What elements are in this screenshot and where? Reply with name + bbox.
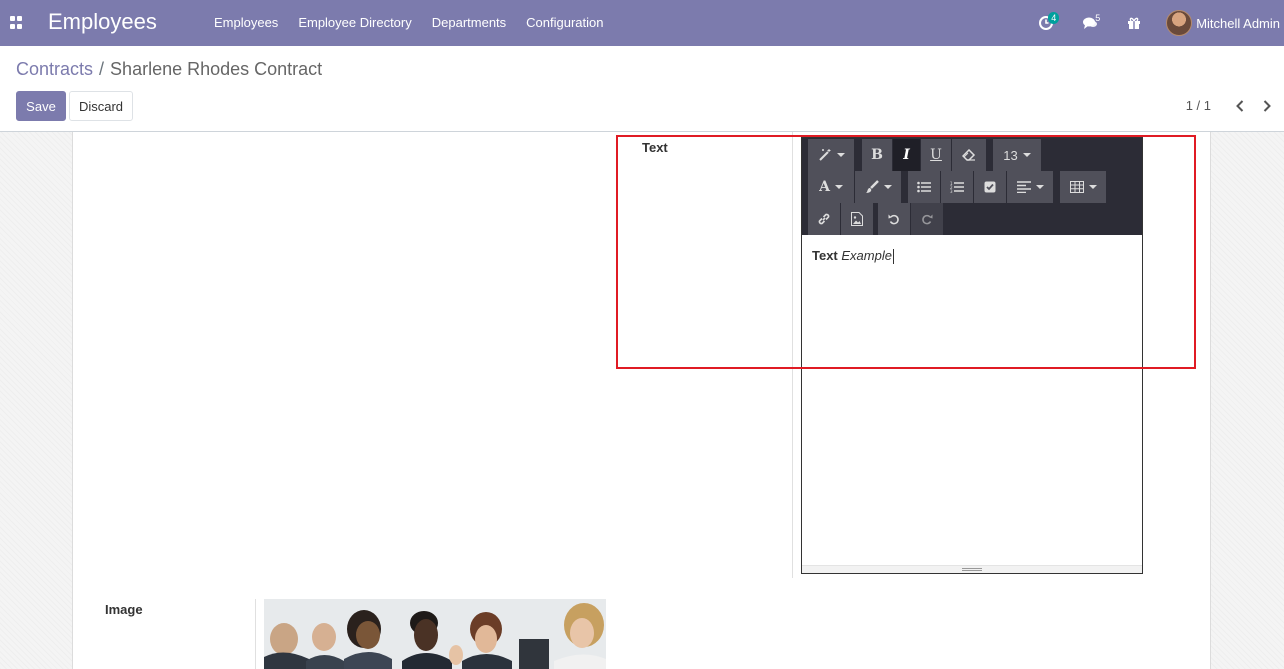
pager-value[interactable]: 1 / 1: [1186, 98, 1211, 113]
highlight-annotation: [616, 135, 1196, 369]
messages-badge: 5: [1095, 13, 1101, 23]
control-panel: Contracts / Sharlene Rhodes Contract Sav…: [0, 46, 1284, 132]
main-menu: Employees Employee Directory Departments…: [204, 0, 614, 46]
apps-menu-icon[interactable]: [10, 16, 23, 29]
activity-badge: 4: [1048, 12, 1060, 24]
avatar: [1166, 10, 1193, 36]
discard-button[interactable]: Discard: [69, 91, 133, 121]
breadcrumb-contracts[interactable]: Contracts: [16, 59, 93, 80]
save-button[interactable]: Save: [16, 91, 66, 121]
user-name: Mitchell Admin: [1196, 15, 1280, 31]
messages-button[interactable]: 5: [1068, 0, 1112, 46]
pager-next-button[interactable]: [1254, 93, 1280, 119]
systray: 4 5 Mitchell Admin: [1024, 0, 1284, 46]
image-field-separator: [255, 599, 256, 669]
menu-employees[interactable]: Employees: [204, 0, 288, 46]
breadcrumb-current: Sharlene Rhodes Contract: [110, 59, 323, 79]
app-brand[interactable]: Employees: [48, 9, 157, 35]
image-field-label: Image: [105, 602, 143, 617]
user-menu[interactable]: Mitchell Admin: [1156, 0, 1284, 46]
gift-button[interactable]: [1112, 0, 1156, 46]
menu-configuration[interactable]: Configuration: [516, 0, 613, 46]
menu-departments[interactable]: Departments: [422, 0, 516, 46]
contract-image[interactable]: [264, 599, 606, 669]
chevron-left-icon: [1236, 100, 1244, 112]
editor-resize-handle[interactable]: [802, 565, 1142, 573]
top-navbar: Employees Employees Employee Directory D…: [0, 0, 1284, 46]
activity-button[interactable]: 4: [1024, 0, 1068, 46]
people-applauding-image: [264, 599, 606, 669]
chevron-right-icon: [1263, 100, 1271, 112]
breadcrumb-separator: /: [99, 59, 105, 79]
pager-previous-button[interactable]: [1227, 93, 1253, 119]
menu-employee-directory[interactable]: Employee Directory: [288, 0, 421, 46]
breadcrumb: Contracts / Sharlene Rhodes Contract: [16, 59, 322, 80]
gift-icon: [1128, 17, 1141, 29]
